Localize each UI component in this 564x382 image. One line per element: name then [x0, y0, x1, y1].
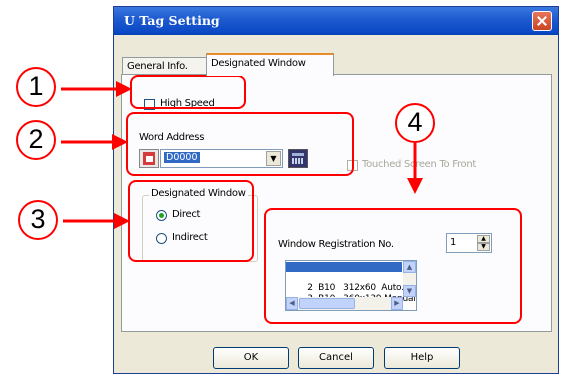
callout-circle-4: 4 [395, 103, 435, 143]
callout-circle-3: 3 [18, 200, 58, 240]
callout-circle-2: 2 [16, 120, 56, 160]
callout-circle-1: 1 [16, 67, 56, 107]
tab-designated-window[interactable]: Designated Window [206, 53, 334, 76]
